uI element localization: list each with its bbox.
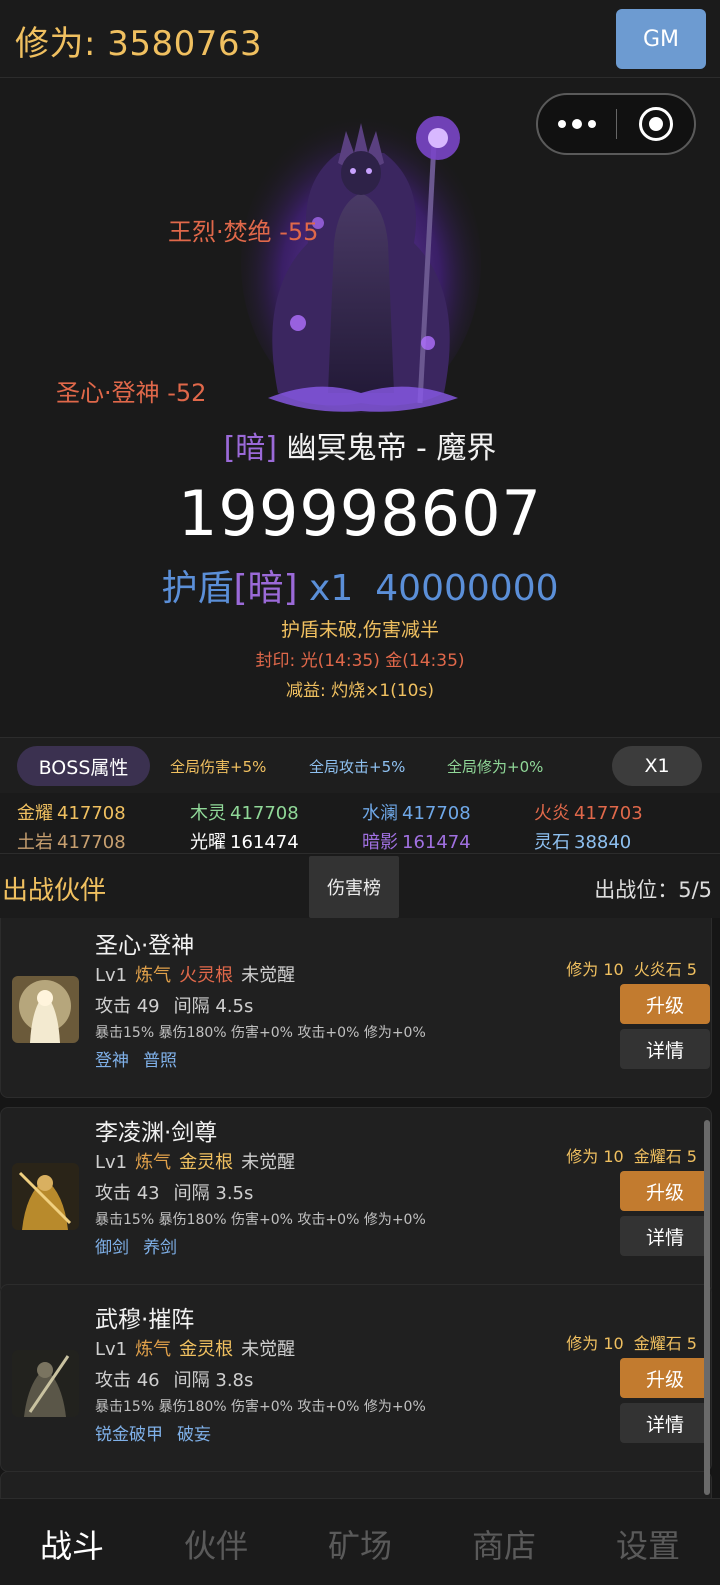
resource-panel: 金耀 417708 木灵 417708 水澜 417708 火炎 417703 土岩 41… (0, 794, 720, 854)
shield-info: 护盾[暗] x1 40000000 (0, 559, 720, 611)
partner-name: 李凌渊·剑尊 (95, 1120, 218, 1146)
partner-attack-line: 攻击 46 间隔 3.8s (95, 1370, 254, 1391)
resource-water: 水澜 417708 (362, 803, 471, 824)
partner-rank-line: Lv1 炼气 金灵根 未觉醒 (95, 1339, 296, 1360)
partner-attack-line: 攻击 49 间隔 4.5s (95, 996, 254, 1017)
partner-avatar (12, 976, 79, 1043)
upgrade-cost: 修为 10 金耀石 5 (566, 1147, 697, 1166)
nav-tab-partners[interactable]: 伙伴 (144, 1521, 288, 1567)
boss-element: [暗] (223, 431, 277, 466)
deploy-slots: 出战位：5/5 (594, 878, 712, 902)
upgrade-button[interactable]: 升级 (620, 1171, 710, 1211)
partner-avatar (12, 1350, 79, 1417)
boss-panel: 王烈·焚绝 -55 圣心·登神 -52 [暗] 幽冥鬼帝 - 魔界 199998… (0, 79, 720, 736)
damage-popup: 王烈·焚绝 -55 (168, 218, 319, 246)
nav-tab-mine[interactable]: 矿场 (288, 1521, 432, 1567)
global-attack-buff: 全局攻击+5% (309, 758, 406, 776)
partner-card: 武穆·摧阵 Lv1 炼气 金灵根 未觉醒 攻击 46 间隔 3.8s 暴击15% 暴伤1… (0, 1284, 712, 1472)
damage-popup: 圣心·登神 -52 (56, 379, 207, 407)
list-scrollbar[interactable] (704, 1120, 710, 1495)
shield-label: 护盾 (161, 568, 234, 609)
boss-attributes-button[interactable]: BOSS属性 (17, 746, 150, 786)
partner-list[interactable]: 圣心·登神 Lv1 炼气 火灵根 未觉醒 攻击 49 间隔 4.5s 暴击15% 暴伤1… (0, 918, 720, 1498)
capsule-divider (616, 109, 617, 139)
partner-rank-line: Lv1 炼气 金灵根 未觉醒 (95, 1152, 296, 1173)
nav-tab-battle[interactable]: 战斗 (0, 1521, 144, 1567)
party-header: 出战伙伴 伤害榜 出战位：5/5 (0, 856, 720, 918)
detail-button[interactable]: 详情 (620, 1029, 710, 1069)
partner-name: 圣心·登神 (95, 933, 195, 959)
boss-name: [暗] 幽冥鬼帝 - 魔界 (0, 423, 720, 467)
boss-portrait[interactable] (238, 93, 484, 415)
detail-button[interactable]: 详情 (620, 1403, 710, 1443)
partner-card: 李凌渊·剑尊 Lv1 炼气 金灵根 未觉醒 攻击 43 间隔 3.5s 暴击15% 暴伤… (0, 1107, 712, 1295)
partner-name: 武穆·摧阵 (95, 1307, 195, 1333)
gm-button[interactable]: GM (616, 9, 706, 69)
shield-note: 护盾未破,伤害减半 (280, 619, 440, 641)
resource-fire: 火炎 417703 (534, 803, 643, 824)
seal-status: 封印: 光(14:35) 金(14:35) (255, 651, 465, 671)
upgrade-button[interactable]: 升级 (620, 984, 710, 1024)
boss-hp: 199998607 (177, 477, 543, 550)
damage-ranking-button[interactable]: 伤害榜 (309, 856, 399, 918)
partner-skills: 御剑 养剑 (95, 1238, 177, 1258)
speed-toggle-button[interactable]: X1 (612, 746, 702, 786)
debuff-status: 减益: 灼烧×1(10s) (286, 681, 434, 701)
resource-spirit-stone: 灵石 38840 (534, 832, 632, 853)
global-damage-buff: 全局伤害+5% (170, 758, 267, 776)
upgrade-button[interactable]: 升级 (620, 1358, 710, 1398)
shield-count: x1 (297, 568, 354, 609)
resource-light: 光曜 161474 (190, 832, 299, 853)
global-cultivation-buff: 全局修为+0% (447, 758, 544, 776)
partner-stats: 暴击15% 暴伤180% 伤害+0% 攻击+0% 修为+0% (95, 1025, 426, 1041)
upgrade-cost: 修为 10 金耀石 5 (566, 1334, 697, 1353)
bottom-nav: 战斗 伙伴 矿场 商店 设置 (0, 1498, 720, 1585)
partner-avatar (12, 1163, 79, 1230)
partner-skills: 锐金破甲 破妄 (95, 1425, 211, 1445)
top-bar: 修为: 3580763 GM (0, 0, 720, 78)
boss-title: 幽冥鬼帝 - 魔界 (276, 431, 497, 466)
partner-rank-line: Lv1 炼气 火灵根 未觉醒 (95, 965, 296, 986)
global-buff-bar: BOSS属性 全局伤害+5% 全局攻击+5% 全局修为+0% X1 (0, 737, 720, 793)
upgrade-cost: 修为 10 火炎石 5 (566, 960, 697, 979)
partner-stats: 暴击15% 暴伤180% 伤害+0% 攻击+0% 修为+0% (95, 1399, 426, 1415)
partner-attack-line: 攻击 43 间隔 3.5s (95, 1183, 254, 1204)
party-title: 出战伙伴 (2, 876, 107, 906)
partner-card (0, 1471, 712, 1498)
shield-value: 40000000 (375, 568, 559, 609)
partner-stats: 暴击15% 暴伤180% 伤害+0% 攻击+0% 修为+0% (95, 1212, 426, 1228)
partner-skills: 登神 普照 (95, 1051, 177, 1071)
resource-wood: 木灵 417708 (190, 803, 299, 824)
nav-tab-shop[interactable]: 商店 (432, 1521, 576, 1567)
partner-card: 圣心·登神 Lv1 炼气 火灵根 未觉醒 攻击 49 间隔 4.5s 暴击15% 暴伤1… (0, 918, 712, 1098)
more-icon[interactable] (538, 95, 616, 153)
resource-earth: 土岩 417708 (17, 832, 126, 853)
nav-tab-settings[interactable]: 设置 (576, 1521, 720, 1567)
shield-element: [暗] (233, 568, 298, 609)
close-target-icon[interactable] (639, 107, 673, 141)
detail-button[interactable]: 详情 (620, 1216, 710, 1256)
resource-dark: 暗影 161474 (362, 832, 471, 853)
resource-gold: 金耀 417708 (17, 803, 126, 824)
mini-program-capsule (536, 93, 696, 155)
cultivation-total: 修为: 3580763 (15, 24, 263, 64)
